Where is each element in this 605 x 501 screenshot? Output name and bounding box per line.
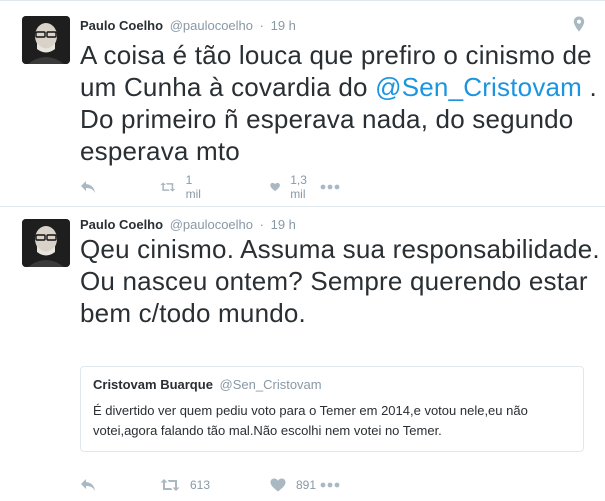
- more-button[interactable]: [320, 177, 340, 197]
- heart-icon: [270, 478, 286, 492]
- heart-icon: [270, 182, 280, 192]
- reply-button[interactable]: [80, 177, 96, 197]
- tweet-text: Qeu cinismo. Assuma sua responsabilidade…: [80, 234, 600, 328]
- top-border: [0, 0, 605, 1]
- reply-icon: [81, 479, 95, 491]
- tweet-header: Paulo Coelho @paulocoelho · 19 h: [80, 215, 296, 235]
- author-handle[interactable]: @paulocoelho: [170, 18, 253, 33]
- author-handle[interactable]: @paulocoelho: [170, 217, 253, 232]
- mention-link[interactable]: @Sen_Cristovam: [375, 72, 582, 102]
- location-icon[interactable]: [573, 16, 585, 32]
- separator: ·: [259, 18, 264, 33]
- author-name[interactable]: Paulo Coelho: [80, 18, 163, 33]
- tweet-text: A coisa é tão louca que prefiro o cinism…: [80, 39, 600, 167]
- retweet-button[interactable]: 1 mil: [160, 173, 205, 201]
- retweet-icon: [160, 182, 176, 192]
- quoted-tweet-text: É divertido ver quem pediu voto para o T…: [93, 403, 528, 438]
- separator: ·: [259, 217, 264, 232]
- tweet[interactable]: Paulo Coelho @paulocoelho · 19 h Qeu cin…: [0, 207, 605, 501]
- avatar[interactable]: [22, 16, 70, 64]
- like-button[interactable]: 1,3 mil: [270, 173, 313, 201]
- more-icon: [320, 482, 340, 488]
- retweet-button[interactable]: 613: [160, 475, 210, 495]
- timestamp[interactable]: 19 h: [271, 217, 296, 232]
- quoted-author-name: Cristovam Buarque: [93, 377, 213, 392]
- quoted-author-handle: @Sen_Cristovam: [219, 377, 322, 392]
- tweet-header: Paulo Coelho @paulocoelho · 19 h: [80, 16, 296, 36]
- avatar[interactable]: [22, 219, 70, 267]
- tweet[interactable]: Paulo Coelho @paulocoelho · 19 h A coisa…: [0, 2, 605, 207]
- more-icon: [320, 184, 340, 190]
- retweet-count: 613: [190, 478, 211, 492]
- quoted-tweet-header: Cristovam Buarque @Sen_Cristovam: [93, 377, 322, 392]
- reply-button[interactable]: [80, 475, 96, 495]
- retweet-count: 1 mil: [185, 173, 201, 201]
- like-count: 891: [296, 478, 317, 492]
- like-count: 1,3 mil: [290, 173, 307, 201]
- like-button[interactable]: 891: [270, 475, 316, 495]
- quoted-tweet[interactable]: Cristovam Buarque @Sen_Cristovam É diver…: [80, 366, 584, 452]
- reply-icon: [81, 181, 95, 193]
- retweet-icon: [160, 479, 180, 491]
- author-name[interactable]: Paulo Coelho: [80, 217, 163, 232]
- timestamp[interactable]: 19 h: [271, 18, 296, 33]
- more-button[interactable]: [320, 475, 340, 495]
